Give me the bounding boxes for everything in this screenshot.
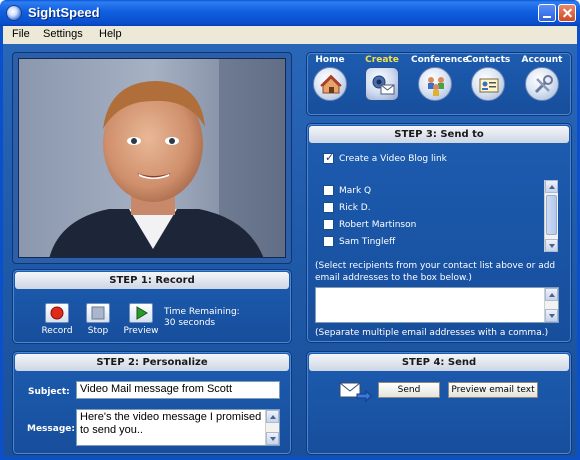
contact-name: Sam Tingleff — [339, 237, 396, 247]
menu-file[interactable]: File — [12, 28, 30, 40]
nav-create[interactable]: Create — [358, 55, 406, 101]
subject-input[interactable]: Video Mail message from Scott — [76, 381, 280, 399]
conference-icon — [418, 67, 452, 101]
video-blog-label: Create a Video Blog link — [339, 154, 447, 164]
menu-settings[interactable]: Settings — [43, 28, 83, 40]
contact-item[interactable]: Mark Q — [323, 185, 371, 197]
stop-control[interactable]: Stop — [82, 303, 114, 336]
preview-email-text-button[interactable]: Preview email text — [448, 382, 538, 398]
step1-title: STEP 1: Record — [15, 272, 289, 289]
contact-name: Rick D. — [339, 203, 371, 213]
send-button[interactable]: Send — [378, 382, 440, 398]
video-blog-option[interactable]: Create a Video Blog link — [323, 151, 447, 165]
step3-title: STEP 3: Send to — [309, 126, 569, 143]
time-remaining: Time Remaining: 30 seconds — [164, 307, 240, 329]
nav-create-label: Create — [365, 55, 399, 65]
step2-title: STEP 2: Personalize — [15, 354, 289, 371]
send-mail-icon — [338, 380, 372, 404]
nav-contacts[interactable]: Contacts — [464, 55, 512, 101]
preview-control[interactable]: Preview — [120, 303, 162, 336]
message-scrollbar[interactable] — [265, 410, 279, 445]
contact-list-scrollbar[interactable] — [544, 180, 558, 252]
record-button[interactable] — [45, 303, 69, 323]
email-scrollbar[interactable] — [544, 288, 558, 322]
email-separator-hint: (Separate multiple email addresses with … — [315, 328, 549, 338]
contact-checkbox[interactable] — [323, 236, 334, 247]
nav-account[interactable]: Account — [518, 55, 566, 101]
contacts-icon — [471, 67, 505, 101]
subject-label: Subject: — [28, 387, 70, 397]
nav-home[interactable]: Home — [306, 55, 354, 101]
message-label: Message: — [27, 424, 75, 434]
contact-checkbox[interactable] — [323, 185, 334, 196]
contact-item[interactable]: Sam Tingleff — [323, 236, 395, 248]
play-icon — [136, 306, 148, 320]
scroll-up-arrow-icon[interactable] — [266, 410, 279, 423]
scroll-up-arrow-icon[interactable] — [545, 180, 558, 193]
scroll-up-arrow-icon[interactable] — [545, 288, 558, 301]
nav-conference-label: Conference — [411, 55, 469, 65]
home-icon — [313, 67, 347, 101]
nav-contacts-label: Contacts — [465, 55, 511, 65]
message-text: Here's the video message I promised to s… — [80, 411, 262, 436]
record-control[interactable]: Record — [40, 303, 74, 336]
preview-label: Preview — [123, 326, 159, 336]
scroll-thumb[interactable] — [546, 195, 557, 235]
stop-label: Stop — [87, 326, 109, 336]
contact-checkbox[interactable] — [323, 202, 334, 213]
email-addresses-input[interactable] — [315, 287, 559, 323]
stop-button[interactable] — [86, 303, 110, 323]
scroll-down-arrow-icon[interactable] — [266, 432, 279, 445]
video-preview-frame — [12, 52, 292, 264]
nav-conference[interactable]: Conference — [411, 55, 469, 101]
contact-name: Robert Martinson — [339, 220, 417, 230]
nav-home-label: Home — [315, 55, 345, 65]
contact-name: Mark Q — [339, 186, 372, 196]
video-blog-checkbox[interactable] — [323, 151, 334, 164]
record-icon — [50, 306, 64, 320]
title-bar: SightSpeed — [0, 0, 580, 26]
video-mail-icon — [365, 67, 399, 101]
record-label: Record — [41, 326, 73, 336]
video-preview — [18, 58, 286, 258]
contact-item[interactable]: Rick D. — [323, 202, 371, 214]
contact-item[interactable]: Robert Martinson — [323, 219, 416, 231]
time-remaining-label: Time Remaining: — [164, 307, 240, 317]
person-video-image — [19, 59, 285, 257]
stop-icon — [91, 306, 105, 320]
menu-help[interactable]: Help — [99, 28, 122, 40]
step4-title: STEP 4: Send — [309, 354, 569, 371]
account-icon — [525, 67, 559, 101]
nav-account-label: Account — [521, 55, 563, 65]
menu-bar: File Settings Help — [0, 26, 580, 44]
sightspeed-logo-icon — [6, 5, 22, 21]
preview-button[interactable] — [129, 303, 153, 323]
minimize-button[interactable] — [538, 4, 556, 22]
window-title: SightSpeed — [28, 5, 100, 20]
contact-checkbox[interactable] — [323, 219, 334, 230]
message-textarea[interactable]: Here's the video message I promised to s… — [76, 409, 280, 446]
scroll-down-arrow-icon[interactable] — [545, 309, 558, 322]
recipient-hint: (Select recipients from your contact lis… — [315, 261, 556, 283]
scroll-down-arrow-icon[interactable] — [545, 239, 558, 252]
close-button[interactable] — [558, 4, 576, 22]
time-remaining-value: 30 seconds — [164, 318, 216, 328]
